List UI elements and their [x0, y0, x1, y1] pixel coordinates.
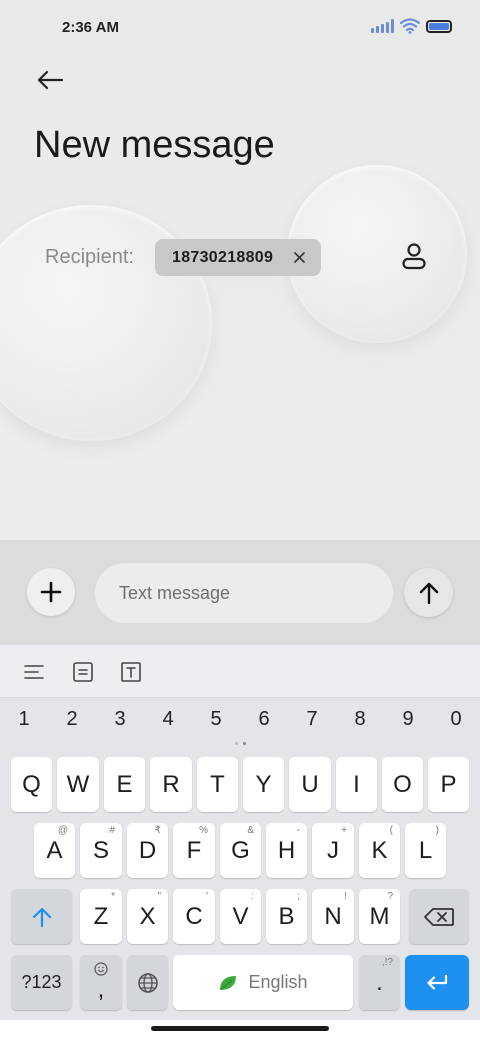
key-5[interactable]: 5: [196, 708, 236, 738]
recipient-chip[interactable]: 18730218809: [155, 239, 321, 276]
key-g[interactable]: & G: [220, 823, 261, 878]
key-z[interactable]: * Z: [80, 889, 122, 944]
person-icon: [402, 243, 426, 270]
page-title: New message: [34, 124, 275, 166]
key-3[interactable]: 3: [100, 708, 140, 738]
key-o[interactable]: O: [382, 757, 423, 812]
key-t[interactable]: T: [197, 757, 238, 812]
backspace-icon: [424, 907, 454, 926]
key-n[interactable]: ! N: [312, 889, 354, 944]
recipient-number: 18730218809: [172, 248, 274, 266]
key-f[interactable]: % F: [173, 823, 215, 878]
signal-icon: [371, 19, 394, 33]
key-r[interactable]: R: [150, 757, 192, 812]
key-2[interactable]: 2: [52, 708, 92, 738]
home-indicator[interactable]: [151, 1026, 329, 1031]
key-b[interactable]: ; B: [266, 889, 307, 944]
key-x[interactable]: " X: [127, 889, 168, 944]
status-time: 2:36 AM: [62, 19, 119, 36]
key-7[interactable]: 7: [292, 708, 332, 738]
key-6[interactable]: 6: [244, 708, 284, 738]
leaf-icon: [220, 975, 237, 990]
key-c[interactable]: ' C: [173, 889, 215, 944]
key-s[interactable]: # S: [80, 823, 122, 878]
toolbar-clipboard-button[interactable]: [70, 659, 96, 685]
add-attachment-button[interactable]: [27, 568, 75, 616]
period-key[interactable]: ,!? .: [359, 955, 400, 1010]
key-1[interactable]: 1: [4, 708, 44, 738]
key-u[interactable]: U: [289, 757, 331, 812]
enter-key[interactable]: [405, 955, 469, 1010]
key-l[interactable]: ) L: [405, 823, 446, 878]
key-9[interactable]: 9: [388, 708, 428, 738]
key-h[interactable]: -H: [266, 823, 307, 878]
symbols-key[interactable]: ?123: [11, 955, 72, 1010]
key-e[interactable]: E: [104, 757, 145, 812]
recipient-label: Recipient:: [45, 246, 134, 268]
shift-arrow-icon: [32, 907, 51, 927]
key-m[interactable]: ? M: [359, 889, 400, 944]
key-y[interactable]: Y: [243, 757, 284, 812]
wifi-icon: [400, 18, 420, 34]
emoji-comma-key[interactable]: ,: [80, 955, 122, 1010]
key-0[interactable]: 0: [436, 708, 476, 738]
key-p[interactable]: P: [428, 757, 469, 812]
arrow-up-icon: [419, 582, 438, 604]
keyboard-toolbar: [0, 645, 480, 698]
key-a[interactable]: @ A: [34, 823, 75, 878]
text-format-icon: [121, 662, 141, 682]
language-key[interactable]: [127, 955, 168, 1010]
shift-key[interactable]: [11, 889, 72, 944]
key-w[interactable]: W: [57, 757, 99, 812]
battery-icon: [426, 19, 452, 33]
enter-icon: [427, 974, 448, 990]
key-d[interactable]: ₹ D: [127, 823, 168, 878]
key-v[interactable]: :V: [220, 889, 261, 944]
navigation-bar: [0, 1020, 480, 1040]
send-button[interactable]: [404, 568, 453, 617]
contacts-button[interactable]: [396, 238, 432, 274]
remove-recipient-button[interactable]: [289, 247, 309, 267]
key-k[interactable]: (K: [359, 823, 400, 878]
toolbar-text-button[interactable]: [118, 659, 144, 685]
backspace-key[interactable]: [409, 889, 469, 944]
clipboard-icon: [73, 662, 93, 682]
page-indicator: [235, 742, 246, 745]
back-button[interactable]: [30, 62, 70, 98]
key-q[interactable]: Q: [11, 757, 52, 812]
globe-icon: [137, 972, 158, 993]
screen: 2:36 AM New message Recipient: 187302188…: [0, 0, 480, 1040]
key-i[interactable]: I: [336, 757, 377, 812]
toolbar-menu-button[interactable]: [21, 659, 47, 685]
status-bar: 2:36 AM: [0, 0, 480, 56]
key-j[interactable]: + J: [312, 823, 354, 878]
status-icons: [371, 18, 452, 34]
text-lines-icon: [24, 665, 44, 679]
compose-bar: [0, 540, 480, 645]
close-icon: [293, 251, 305, 263]
key-4[interactable]: 4: [148, 708, 188, 738]
key-8[interactable]: 8: [340, 708, 380, 738]
space-key[interactable]: English: [173, 955, 353, 1010]
keyboard: 1 2 3 4 5 6 7 8 9 0 Q W E R T Y U I O P …: [0, 698, 480, 1020]
number-row: 1 2 3 4 5 6 7 8 9 0: [0, 708, 480, 738]
back-arrow-icon: [37, 70, 64, 90]
message-input[interactable]: [95, 563, 393, 623]
emoji-icon: [94, 962, 108, 976]
plus-icon: [40, 581, 62, 603]
